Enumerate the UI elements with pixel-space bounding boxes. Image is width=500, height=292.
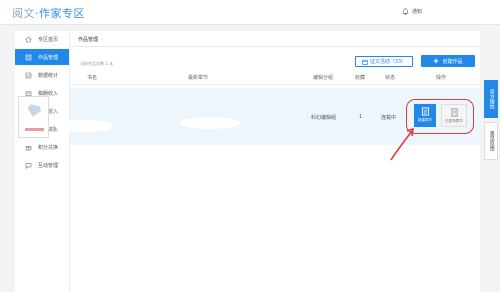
sidebar-item-label: 数据统计 xyxy=(38,72,59,79)
sidebar-item-home[interactable]: 专区首页 xyxy=(15,31,69,47)
plus-icon xyxy=(434,58,439,64)
activity-button[interactable]: 征文活动（33） xyxy=(355,56,413,67)
column-header-latest: 最新章节 xyxy=(188,75,209,81)
sidebar-item-points[interactable]: 积分兑换 xyxy=(15,139,69,155)
home-icon xyxy=(25,36,32,42)
page-title: 作品管理 xyxy=(78,37,99,43)
table-header: 书名 最新章节 编辑分组 收藏 状态 操作 xyxy=(70,71,480,85)
sidebar-item-label: 积分兑换 xyxy=(38,144,59,151)
sidebar: 专区首页 作品管理 数据统计 稿酬收入 劳务收入 作家进阶 积分兑换 互动管理 xyxy=(15,31,70,292)
new-chapter-button[interactable]: 新建章节 xyxy=(414,104,436,127)
sidebar-item-label: 互动管理 xyxy=(38,162,59,169)
gift-icon xyxy=(25,145,32,150)
redacted-book-title xyxy=(55,120,113,132)
works-count: 当前作品总数 1 本 xyxy=(80,61,114,66)
main-panel: 作品管理 当前作品总数 1 本 征文活动（33） 创建作品 书名 最新章节 编辑… xyxy=(70,31,480,292)
chat-icon xyxy=(25,162,32,169)
activity-button-label: 征文活动（33） xyxy=(369,59,407,65)
sidebar-item-label: 作品管理 xyxy=(38,54,59,61)
arrow-icon xyxy=(390,127,414,161)
feedback-label: 意见反馈 xyxy=(488,131,495,151)
status-cell: 连载中 xyxy=(381,115,397,121)
create-work-button[interactable]: 创建作品 xyxy=(421,55,475,67)
column-header-status: 状态 xyxy=(385,75,396,81)
chapter-manage-button[interactable]: 已发布章节 xyxy=(441,104,467,127)
notification-button[interactable]: 通知 xyxy=(402,8,422,15)
redacted-latest-chapter xyxy=(180,117,240,129)
new-chapter-icon xyxy=(421,107,429,116)
top-bar: 阅文·作家专区 通知 xyxy=(0,0,500,25)
book-icon xyxy=(25,54,32,60)
column-header-editor: 编辑分组 xyxy=(313,75,334,81)
feedback-tab[interactable]: 意见反馈 xyxy=(484,122,498,160)
create-work-label: 创建作品 xyxy=(442,58,463,65)
sidebar-item-works[interactable]: 作品管理 xyxy=(15,49,69,65)
site-logo[interactable]: 阅文·作家专区 xyxy=(12,5,85,21)
calendar-icon xyxy=(362,59,368,65)
column-header-title: 书名 xyxy=(87,75,98,81)
book-cover[interactable] xyxy=(18,96,49,138)
divider xyxy=(70,46,480,47)
cover-strip xyxy=(25,128,44,131)
sidebar-item-interaction[interactable]: 互动管理 xyxy=(15,157,69,173)
cover-art xyxy=(26,104,42,119)
editor-group-cell: 科幻编辑组 xyxy=(311,115,337,121)
collections-cell: 1 xyxy=(359,114,363,120)
official-wechat-tab[interactable]: 官方微信 xyxy=(484,80,498,118)
sidebar-item-stats[interactable]: 数据统计 xyxy=(15,67,69,83)
notification-label: 通知 xyxy=(412,9,423,15)
chapter-manage-label: 已发布章节 xyxy=(445,119,463,123)
new-chapter-label: 新建章节 xyxy=(418,118,432,122)
bell-icon xyxy=(402,8,409,15)
column-header-actions: 操作 xyxy=(436,75,447,81)
sidebar-item-label: 专区首页 xyxy=(38,36,59,43)
chart-icon xyxy=(25,72,32,78)
column-header-collections: 收藏 xyxy=(355,75,366,81)
document-icon xyxy=(450,108,458,117)
official-wechat-label: 官方微信 xyxy=(488,89,495,109)
